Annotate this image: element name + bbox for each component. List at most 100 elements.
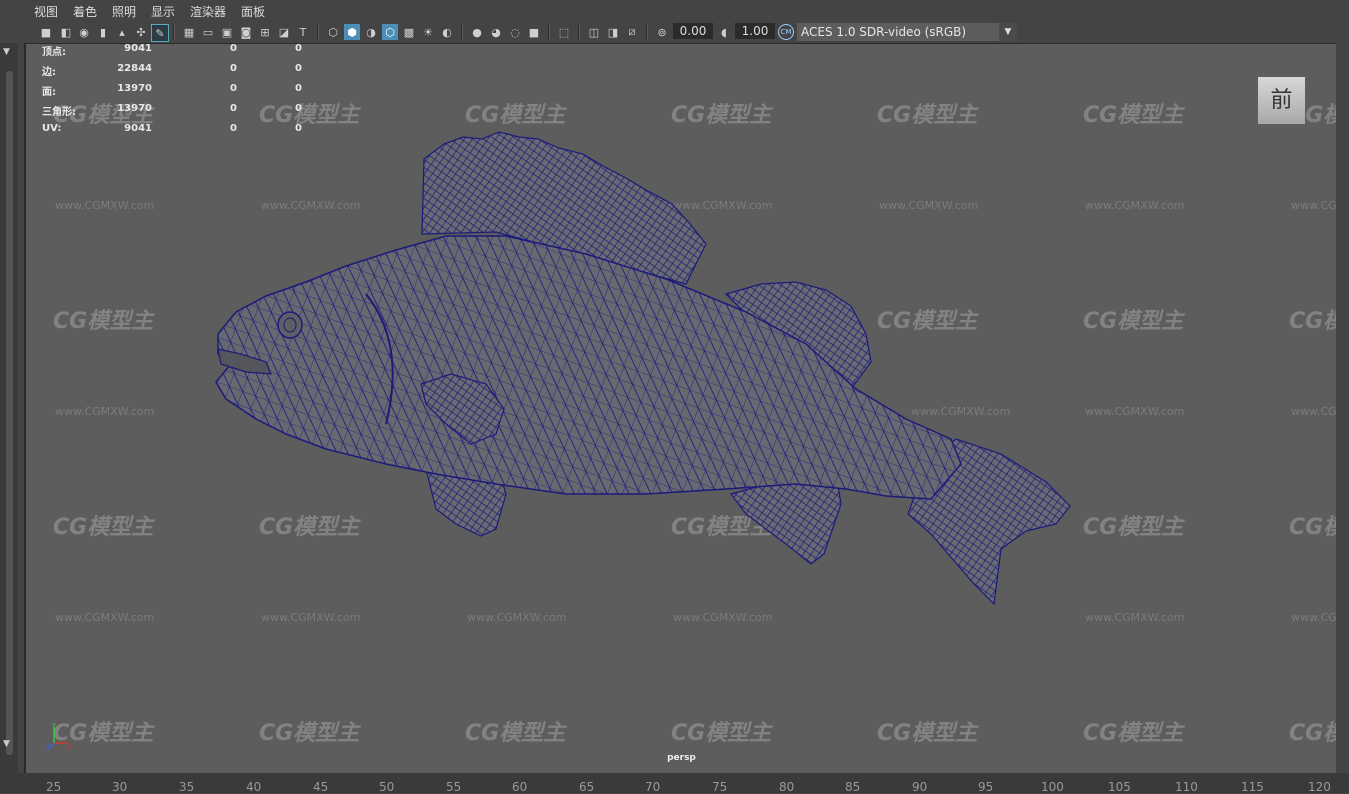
hud-value: 0 <box>230 83 237 94</box>
menu-panels[interactable]: 面板 <box>241 3 265 20</box>
ruler-tick: 55 <box>446 780 462 794</box>
time-slider-ruler[interactable]: 25 30 35 40 45 50 55 60 65 70 75 80 85 9… <box>0 773 1349 794</box>
hud-value: 0 <box>295 63 302 74</box>
color-management-dropdown[interactable]: ACES 1.0 SDR-video (sRGB) ▼ <box>797 23 1017 41</box>
ruler-tick: 120 <box>1308 780 1331 794</box>
wireframe-on-shaded-icon[interactable]: ⬡ <box>382 24 398 40</box>
color-management-icon[interactable]: CM <box>778 24 794 40</box>
anti-aliasing-icon[interactable]: ◌ <box>507 24 523 40</box>
left-scrollbar[interactable]: ▼ ▼ <box>0 43 18 773</box>
ruler-tick: 100 <box>1041 780 1064 794</box>
hud-value: 0 <box>230 123 237 134</box>
hud-value: 0 <box>295 83 302 94</box>
menu-view[interactable]: 视图 <box>34 3 58 20</box>
xray-joints-icon[interactable]: ◨ <box>605 24 621 40</box>
field-chart-icon[interactable]: ⊞ <box>257 24 273 40</box>
hud-value: 13970 <box>117 103 152 114</box>
hud-row-uvs: UV: 9041 0 0 <box>42 123 312 143</box>
bookmark-icon[interactable]: ◉ <box>76 24 92 40</box>
ruler-tick: 65 <box>579 780 595 794</box>
hud-value: 9041 <box>124 43 152 54</box>
axis-y-label: y <box>52 721 56 729</box>
hud-label: 边: <box>42 67 56 78</box>
ambient-occlusion-icon[interactable]: ● <box>469 24 485 40</box>
fish-wireframe-model[interactable] <box>26 44 1337 774</box>
menu-renderer[interactable]: 渲染器 <box>190 3 226 20</box>
hud-label: 顶点: <box>42 47 66 58</box>
hud-row-faces: 面: 13970 0 0 <box>42 83 312 103</box>
image-plane-icon[interactable]: ▮ <box>95 24 111 40</box>
toolbar-separator <box>317 24 319 40</box>
resolution-gate-icon[interactable]: ▣ <box>219 24 235 40</box>
hud-value: 9041 <box>124 123 152 134</box>
ruler-tick: 70 <box>645 780 661 794</box>
gamma-field[interactable]: 1.00 <box>735 23 775 39</box>
ruler-tick: 25 <box>46 780 62 794</box>
exposure-field[interactable]: 0.00 <box>673 23 713 39</box>
grease-pencil-icon[interactable]: ✣ <box>133 24 149 40</box>
camera-name-label: persp <box>667 753 696 763</box>
scroll-up-icon[interactable]: ▼ <box>3 47 10 57</box>
scroll-down-icon[interactable]: ▼ <box>3 739 10 749</box>
camera-select-icon[interactable]: ■ <box>38 24 54 40</box>
default-material-icon[interactable]: ◑ <box>363 24 379 40</box>
gamma-icon[interactable]: ◖ <box>716 24 732 40</box>
menu-show[interactable]: 显示 <box>151 3 175 20</box>
2d-pan-icon[interactable]: ▴ <box>114 24 130 40</box>
hud-label: UV: <box>42 123 62 134</box>
viewport-toolbar: ■ ◧ ◉ ▮ ▴ ✣ ✎ ▦ ▭ ▣ ◙ ⊞ ◪ T ⬡ ⬢ ◑ ⬡ ▩ ☀ … <box>0 21 1349 43</box>
menu-lighting[interactable]: 照明 <box>112 3 136 20</box>
ruler-tick: 40 <box>246 780 262 794</box>
smooth-shade-icon[interactable]: ⬢ <box>344 24 360 40</box>
toolbar-separator <box>461 24 463 40</box>
hud-value: 0 <box>230 63 237 74</box>
scroll-track[interactable] <box>6 71 13 755</box>
wireframe-icon[interactable]: ⬡ <box>325 24 341 40</box>
toolbar-separator <box>548 24 550 40</box>
hud-value: 0 <box>295 123 302 134</box>
motion-blur-icon[interactable]: ◕ <box>488 24 504 40</box>
ruler-tick: 50 <box>379 780 395 794</box>
gate-mask-icon[interactable]: ◙ <box>238 24 254 40</box>
pen-tool-icon[interactable]: ✎ <box>151 24 169 42</box>
color-management-value: ACES 1.0 SDR-video (sRGB) <box>801 25 967 39</box>
ruler-tick: 90 <box>912 780 928 794</box>
grid-icon[interactable]: ▦ <box>181 24 197 40</box>
ruler-tick: 80 <box>779 780 795 794</box>
textured-icon[interactable]: ▩ <box>401 24 417 40</box>
ruler-tick: 95 <box>978 780 994 794</box>
safe-title-icon[interactable]: T <box>295 24 311 40</box>
viewport-3d[interactable]: CG模型主 CG模型主 CG模型主 CG模型主 CG模型主 CG模型主 CG模型… <box>24 43 1338 775</box>
toolbar-separator <box>578 24 580 40</box>
exposure-icon[interactable]: ⊚ <box>654 24 670 40</box>
axis-z-label: z <box>46 744 50 751</box>
view-cube[interactable]: 前 <box>1258 77 1305 124</box>
camera-attributes-icon[interactable]: ◧ <box>58 24 74 40</box>
axis-gizmo-icon: y x z <box>46 721 72 751</box>
depth-of-field-icon[interactable]: ■ <box>526 24 542 40</box>
hud-value: 0 <box>230 43 237 54</box>
shadows-icon[interactable]: ◐ <box>439 24 455 40</box>
hud-row-edges: 边: 22844 0 0 <box>42 63 312 83</box>
fish-eye <box>277 311 303 339</box>
ruler-tick: 30 <box>112 780 128 794</box>
hud-row-vertices: 顶点: 9041 0 0 <box>42 43 312 63</box>
lights-icon[interactable]: ☀ <box>420 24 436 40</box>
hud-value: 22844 <box>117 63 152 74</box>
ruler-tick: 115 <box>1241 780 1264 794</box>
toolbar-separator <box>646 24 648 40</box>
xray-components-icon[interactable]: ⧄ <box>624 24 640 40</box>
hud-row-triangles: 三角形: 13970 0 0 <box>42 103 312 123</box>
axis-x-label: x <box>68 743 72 751</box>
ruler-tick: 110 <box>1175 780 1198 794</box>
hud-value: 0 <box>295 43 302 54</box>
xray-icon[interactable]: ◫ <box>586 24 602 40</box>
menu-shading[interactable]: 着色 <box>73 3 97 20</box>
ruler-tick: 60 <box>512 780 528 794</box>
chevron-down-icon[interactable]: ▼ <box>999 23 1017 41</box>
safe-action-icon[interactable]: ◪ <box>276 24 292 40</box>
isolate-select-icon[interactable]: ⬚ <box>556 24 572 40</box>
ruler-tick: 45 <box>313 780 329 794</box>
ruler-tick: 85 <box>845 780 861 794</box>
film-gate-icon[interactable]: ▭ <box>200 24 216 40</box>
